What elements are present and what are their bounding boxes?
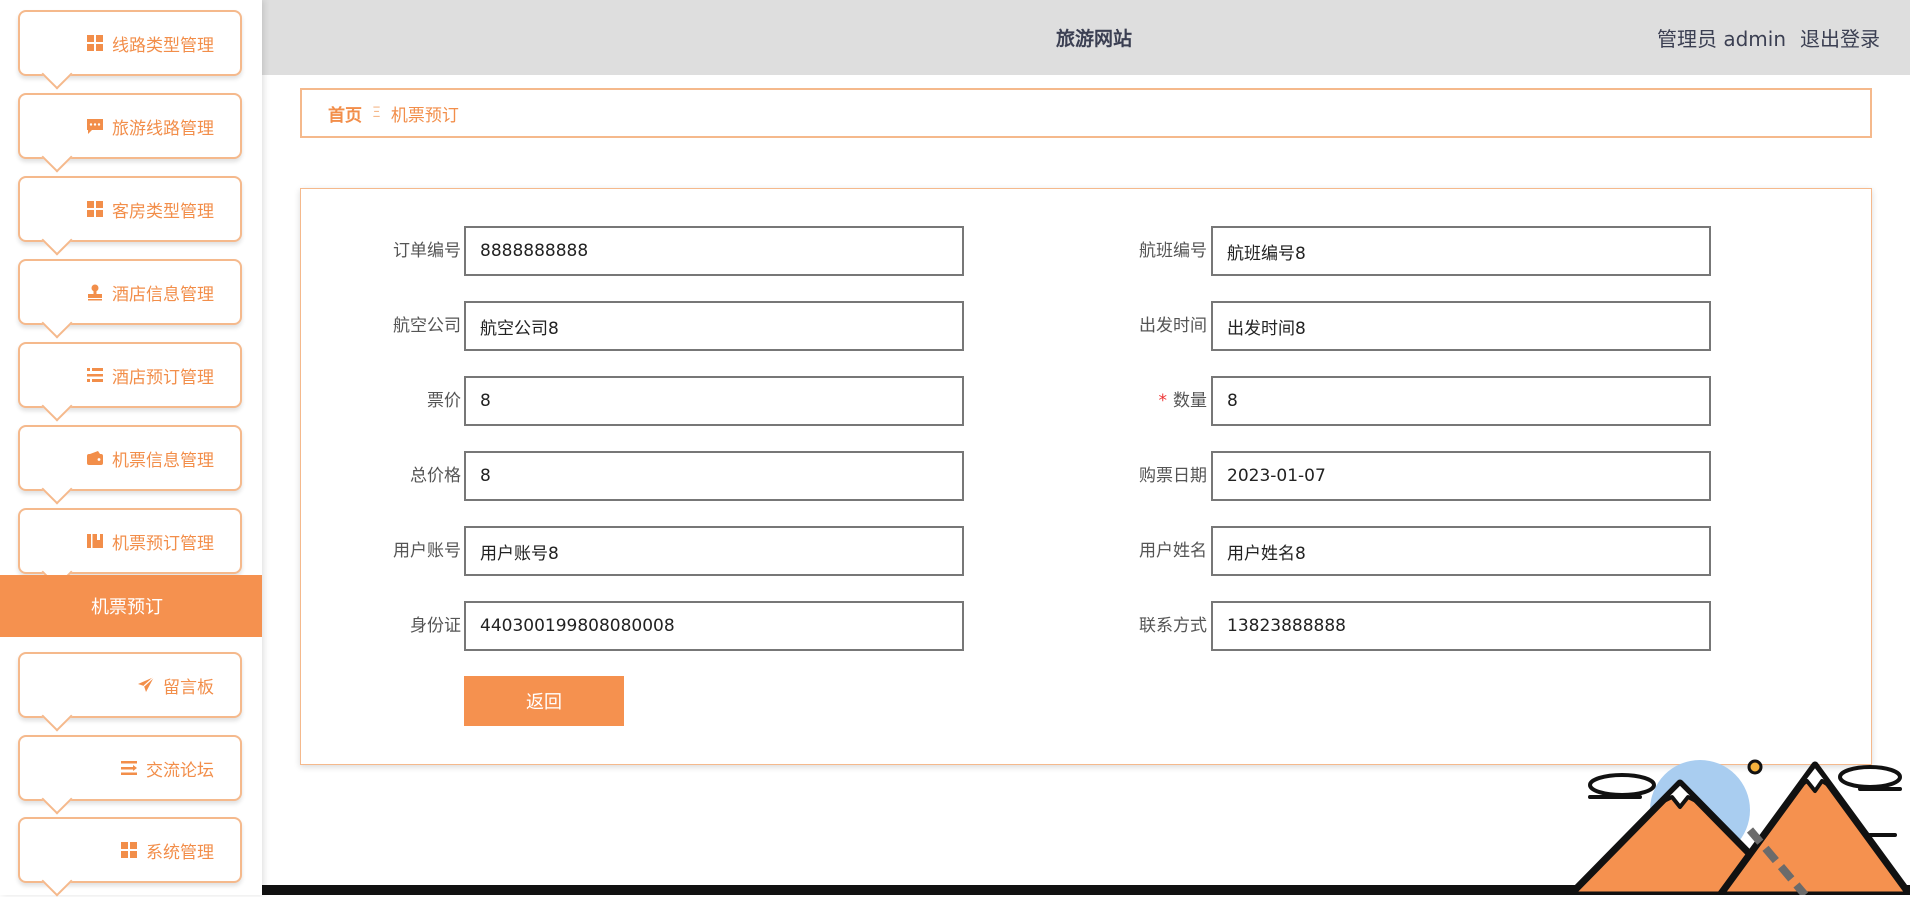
breadcrumb-separator: Ξ [372,105,381,121]
sidebar-item-message-board[interactable]: 留言板 [18,652,242,732]
sidebar-item-ticket-booking[interactable]: 机票预订管理 [18,508,242,588]
sidebar-item-label: 机票预订 [91,597,163,618]
total-price-field[interactable] [464,451,964,501]
sidebar-item-label: 客房类型管理 [112,201,214,222]
price-label: 票价 [427,391,461,411]
grid-icon [87,35,103,51]
grid-icon [87,201,103,217]
sidebar-item-ticket-order-active[interactable]: 机票预订 [0,575,262,637]
sidebar: 线路类型管理 旅游线路管理 客房类型管理 酒店信息管理 酒店预订管理 机票信息管… [0,0,262,897]
book-icon [87,534,103,548]
sidebar-item-label: 酒店信息管理 [112,284,214,305]
ticket-order-form: 订单编号 航班编号 航空公司 出发时间 票价 *数量 总价格 购票日期 用户账号… [300,188,1872,765]
user-name-label: 用户姓名 [1139,541,1207,561]
chat-icon [87,119,103,134]
quantity-label-text: 数量 [1173,391,1207,411]
list-icon [121,761,137,775]
breadcrumb: 首页 Ξ 机票预订 [300,88,1872,138]
wallet-icon [87,451,103,465]
user-account-field[interactable] [464,526,964,576]
sidebar-item-label: 酒店预订管理 [112,367,214,388]
purchase-date-field[interactable] [1211,451,1711,501]
quantity-field[interactable] [1211,376,1711,426]
grid-icon [121,842,137,858]
stamp-icon [88,284,102,301]
send-icon [138,676,155,692]
departure-time-field[interactable] [1211,301,1711,351]
sidebar-item-label: 留言板 [163,677,214,698]
id-card-field[interactable] [464,601,964,651]
top-header: 旅游网站 管理员 admin 退出登录 [262,0,1910,75]
sidebar-item-hotel-info[interactable]: 酒店信息管理 [18,259,242,339]
departure-time-label: 出发时间 [1139,316,1207,336]
sidebar-item-label: 旅游线路管理 [112,118,214,139]
total-price-label: 总价格 [410,466,461,486]
id-card-label: 身份证 [410,616,461,636]
user-role: 管理员 [1656,27,1717,51]
contact-field[interactable] [1211,601,1711,651]
purchase-date-label: 购票日期 [1139,466,1207,486]
sidebar-item-hotel-booking[interactable]: 酒店预订管理 [18,342,242,422]
username: admin [1723,27,1786,51]
sidebar-item-route-type[interactable]: 线路类型管理 [18,10,242,90]
user-info: 管理员 admin [1657,23,1786,52]
order-no-field[interactable] [464,226,964,276]
required-mark: * [1158,391,1168,411]
logout-link[interactable]: 退出登录 [1800,23,1880,52]
sidebar-item-forum[interactable]: 交流论坛 [18,735,242,815]
sidebar-item-label: 机票信息管理 [112,450,214,471]
sidebar-item-tour-route[interactable]: 旅游线路管理 [18,93,242,173]
sidebar-item-label: 线路类型管理 [112,35,214,56]
back-button[interactable]: 返回 [464,676,624,726]
order-no-label: 订单编号 [393,241,461,261]
airline-field[interactable] [464,301,964,351]
sidebar-item-label: 交流论坛 [146,760,214,781]
airline-label: 航空公司 [393,316,461,336]
mountain-illustration [1566,759,1910,895]
sidebar-item-system[interactable]: 系统管理 [18,817,242,897]
sidebar-item-label: 系统管理 [146,842,214,863]
quantity-label: * 数量 [1047,376,1208,426]
sidebar-item-ticket-info[interactable]: 机票信息管理 [18,425,242,505]
sidebar-item-label: 机票预订管理 [112,533,214,554]
list-icon [87,368,103,382]
user-area: 管理员 admin 退出登录 [1657,0,1880,75]
sidebar-item-room-type[interactable]: 客房类型管理 [18,176,242,256]
price-field[interactable] [464,376,964,426]
breadcrumb-home[interactable]: 首页 [328,101,362,126]
user-account-label: 用户账号 [393,541,461,561]
breadcrumb-current: 机票预订 [390,105,459,126]
user-name-field[interactable] [1211,526,1711,576]
flight-no-label: 航班编号 [1139,241,1207,261]
contact-label: 联系方式 [1139,616,1207,636]
flight-no-field[interactable] [1211,226,1711,276]
